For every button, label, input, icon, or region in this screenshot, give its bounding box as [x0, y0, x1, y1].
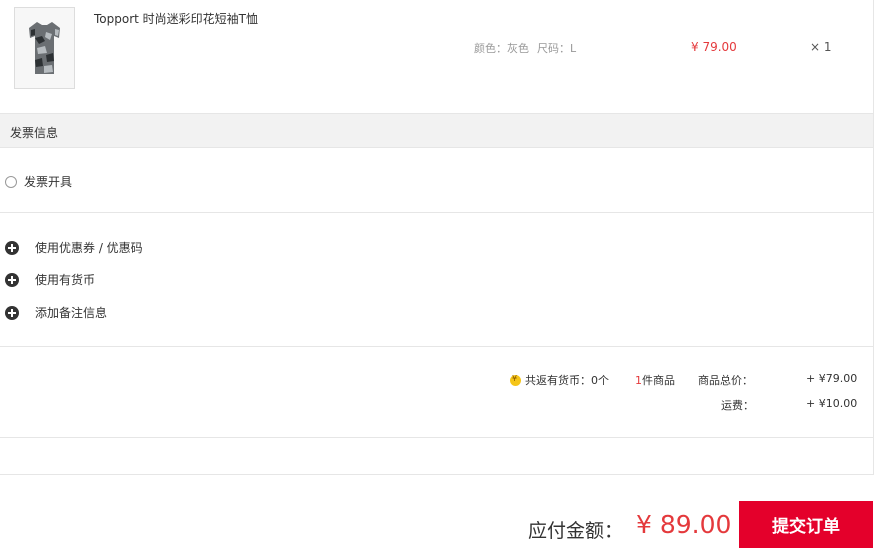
product-color: 颜色：灰色: [474, 42, 529, 55]
plus-circle-icon: [5, 272, 19, 287]
coin-icon: [510, 374, 521, 386]
action-label: 添加备注信息: [35, 306, 108, 320]
product-attributes: 颜色：灰色 尺码：L: [474, 40, 576, 56]
section-title: 发票信息: [10, 126, 59, 140]
item-count-suffix: 件商品: [642, 374, 675, 387]
product-size: 尺码：L: [537, 42, 577, 55]
item-count: 1件商品: [635, 372, 675, 388]
action-label: 使用有货币: [35, 273, 96, 287]
use-coins-action[interactable]: 使用有货币: [5, 271, 95, 288]
camouflage-tshirt-icon: [29, 22, 60, 74]
shipping-label: 运费：: [721, 399, 754, 412]
add-note-action[interactable]: 添加备注信息: [5, 304, 107, 321]
divider: [0, 437, 873, 438]
submit-order-button[interactable]: 提交订单: [739, 501, 873, 548]
coin-return-info: 共返有货币：0个: [510, 372, 609, 388]
invoice-section-header: 发票信息: [0, 113, 873, 148]
shipping-value: + ¥10.00: [806, 397, 858, 410]
divider: [0, 212, 873, 213]
invoice-option-label: 发票开具: [24, 175, 73, 189]
action-label: 使用优惠券 / 优惠码: [35, 241, 143, 255]
plus-circle-icon: [5, 305, 19, 320]
coin-return-text: 共返有货币：0个: [525, 374, 609, 387]
total-value: + ¥79.00: [806, 372, 858, 385]
product-quantity: × 1: [810, 40, 832, 54]
item-count-number: 1: [635, 374, 642, 387]
plus-circle-icon: [5, 240, 19, 255]
payable-amount: ¥ 89.00: [636, 510, 732, 539]
payable-label: 应付金额：: [528, 520, 624, 542]
use-coupon-action[interactable]: 使用优惠券 / 优惠码: [5, 239, 143, 256]
order-panel: Topport 时尚迷彩印花短袖T恤 颜色：灰色 尺码：L ¥ 79.00 × 1…: [0, 0, 874, 475]
invoice-option[interactable]: 发票开具: [5, 173, 72, 190]
product-thumbnail[interactable]: [14, 7, 75, 89]
invoice-radio[interactable]: [5, 175, 17, 188]
total-label: 商品总价：: [698, 374, 753, 387]
product-name[interactable]: Topport 时尚迷彩印花短袖T恤: [94, 10, 258, 27]
divider: [0, 346, 873, 347]
product-price: ¥ 79.00: [691, 40, 737, 54]
